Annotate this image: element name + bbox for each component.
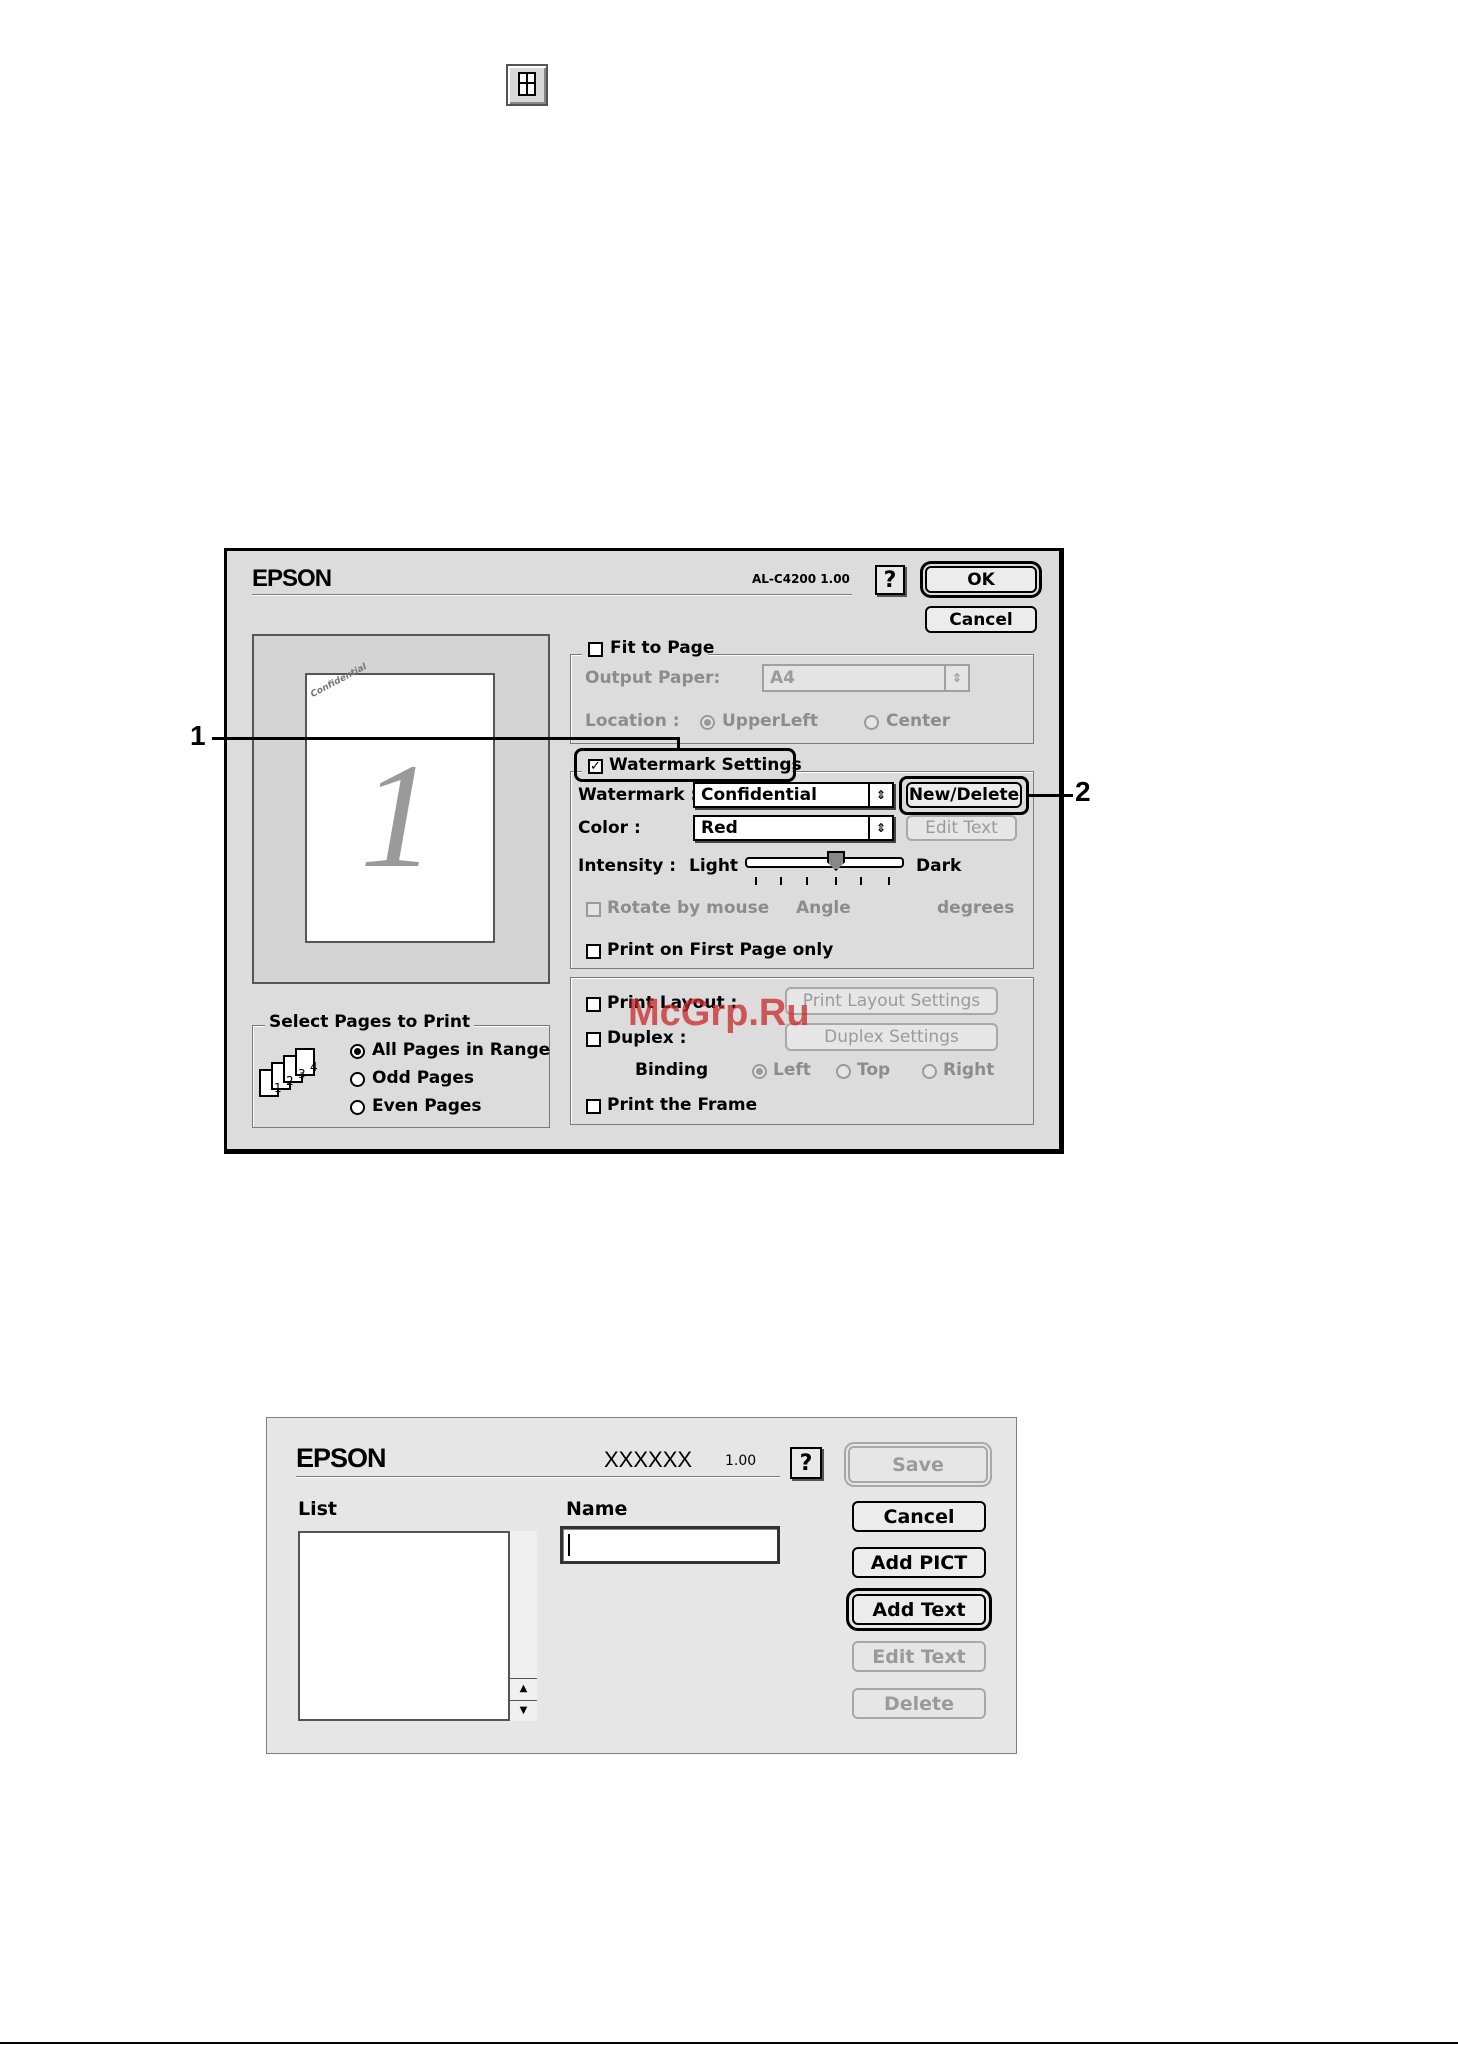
- add-pict-button[interactable]: Add PICT: [852, 1547, 986, 1578]
- label-binding-left: Left: [773, 1060, 811, 1080]
- location-label: Location :: [585, 711, 680, 731]
- select-pages-title: Select Pages to Print: [265, 1012, 475, 1032]
- radio-all-pages[interactable]: [350, 1044, 365, 1059]
- name-input[interactable]: [560, 1526, 780, 1564]
- svg-text:1: 1: [274, 1081, 282, 1095]
- radio-upperleft[interactable]: [700, 715, 715, 730]
- edit-text-button[interactable]: Edit Text: [852, 1641, 986, 1672]
- radio-even-pages[interactable]: [350, 1100, 365, 1115]
- callout-leader-2: [1029, 794, 1073, 797]
- duplex-checkbox[interactable]: [586, 1032, 601, 1047]
- header-divider: [296, 1476, 780, 1478]
- svg-text:3: 3: [298, 1067, 306, 1081]
- scroll-down-icon[interactable]: ▼: [510, 1700, 537, 1721]
- model-version: AL-C4200 1.00: [752, 572, 850, 586]
- color-label: Color :: [578, 818, 641, 838]
- label-all-pages: All Pages in Range: [372, 1040, 551, 1060]
- epson-logo: EPSON: [296, 1443, 387, 1473]
- preview-page-number: 1: [360, 733, 435, 899]
- svg-text:4: 4: [310, 1060, 318, 1074]
- fit-to-page-checkbox[interactable]: [588, 642, 603, 657]
- first-page-only-checkbox[interactable]: [586, 944, 601, 959]
- help-button[interactable]: ?: [875, 565, 905, 595]
- label-even-pages: Even Pages: [372, 1096, 482, 1116]
- rotate-by-mouse-label: Rotate by mouse: [607, 898, 770, 918]
- intensity-label: Intensity :: [578, 856, 677, 876]
- radio-binding-top[interactable]: [836, 1064, 851, 1079]
- cancel-button[interactable]: Cancel: [925, 606, 1037, 633]
- binding-label: Binding: [635, 1060, 709, 1080]
- label-binding-top: Top: [857, 1060, 891, 1080]
- callout-leader-1: [212, 737, 679, 740]
- list-label: List: [298, 1498, 338, 1520]
- cancel-button[interactable]: Cancel: [852, 1501, 986, 1532]
- print-layout-checkbox[interactable]: [586, 997, 601, 1012]
- add-text-button[interactable]: Add Text: [852, 1594, 986, 1625]
- print-frame-label: Print the Frame: [607, 1095, 758, 1115]
- callout-number-2: 2: [1075, 776, 1091, 807]
- radio-binding-right[interactable]: [922, 1064, 937, 1079]
- text-cursor: [568, 1534, 570, 1556]
- watermark-label: Watermark :: [578, 785, 698, 805]
- radio-binding-left[interactable]: [752, 1064, 767, 1079]
- watermark-list[interactable]: [298, 1531, 537, 1721]
- degrees-label: degrees: [937, 898, 1015, 918]
- save-button[interactable]: Save: [848, 1446, 988, 1483]
- updown-arrows-icon: ⇕: [944, 666, 968, 690]
- name-label: Name: [566, 1498, 628, 1520]
- epson-logo: EPSON: [252, 565, 332, 592]
- watermark-select[interactable]: Confidential ⇕: [693, 782, 894, 808]
- edit-text-button[interactable]: Edit Text: [906, 815, 1017, 841]
- list-scrollbar[interactable]: ▲ ▼: [508, 1531, 537, 1721]
- scroll-up-icon[interactable]: ▲: [510, 1678, 537, 1699]
- model-name: XXXXXX: [604, 1447, 693, 1472]
- color-select[interactable]: Red ⇕: [693, 815, 894, 841]
- intensity-dark-label: Dark: [916, 856, 962, 876]
- delete-button[interactable]: Delete: [852, 1688, 986, 1719]
- label-upperleft: UpperLeft: [722, 711, 818, 731]
- page-layout-icon[interactable]: [506, 64, 548, 106]
- rotate-by-mouse-checkbox[interactable]: [586, 902, 601, 917]
- svg-text:2: 2: [286, 1074, 294, 1088]
- label-odd-pages: Odd Pages: [372, 1068, 474, 1088]
- print-layout-settings-button[interactable]: Print Layout Settings: [785, 987, 998, 1015]
- updown-arrows-icon: ⇕: [868, 784, 892, 806]
- intensity-slider[interactable]: [745, 857, 904, 868]
- page-footer-rule: [0, 2042, 1458, 2044]
- label-center: Center: [886, 711, 951, 731]
- radio-odd-pages[interactable]: [350, 1072, 365, 1087]
- site-watermark: McGrp.Ru: [628, 992, 810, 1034]
- ok-button[interactable]: OK: [925, 566, 1037, 593]
- radio-center[interactable]: [864, 715, 879, 730]
- duplex-settings-button[interactable]: Duplex Settings: [785, 1023, 998, 1051]
- intensity-light-label: Light: [689, 856, 739, 876]
- print-frame-checkbox[interactable]: [586, 1099, 601, 1114]
- help-button[interactable]: ?: [790, 1447, 822, 1479]
- first-page-only-label: Print on First Page only: [607, 940, 834, 960]
- updown-arrows-icon: ⇕: [868, 817, 892, 839]
- callout-box-1: [574, 748, 796, 782]
- output-paper-label: Output Paper:: [585, 668, 721, 688]
- callout-box-2: [899, 776, 1029, 815]
- version-number: 1.00: [725, 1453, 757, 1469]
- fit-to-page-label: Fit to Page: [610, 638, 715, 658]
- header-divider: [252, 594, 852, 596]
- output-paper-select[interactable]: A4 ⇕: [762, 664, 970, 692]
- pages-stack-icon: 1 2 3 4: [259, 1048, 318, 1097]
- callout-number-1: 1: [190, 720, 206, 751]
- label-binding-right: Right: [943, 1060, 995, 1080]
- angle-label: Angle: [796, 898, 851, 918]
